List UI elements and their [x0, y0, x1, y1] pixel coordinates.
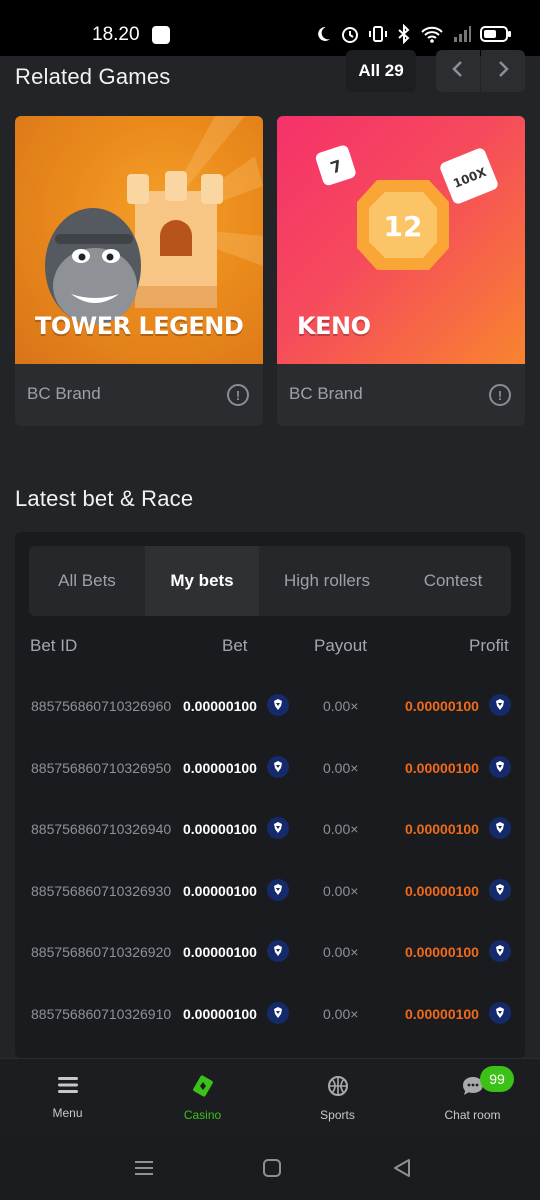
tab-high-rollers[interactable]: High rollers	[259, 546, 395, 616]
game-brand-label: BC Brand	[289, 384, 363, 403]
info-icon[interactable]: !	[489, 384, 511, 406]
profit-amount-cell: 0.00000100	[405, 698, 479, 714]
coin-icon	[267, 755, 289, 778]
casino-icon	[191, 1075, 215, 1102]
bet-id-cell: 885756860710326960	[31, 698, 172, 714]
back-icon[interactable]	[390, 1156, 414, 1180]
vibrate-icon	[368, 22, 388, 46]
system-nav-bar	[0, 1136, 540, 1200]
sports-ball-icon	[327, 1075, 349, 1102]
prev-games-button[interactable]	[436, 50, 480, 92]
table-row[interactable]: 885756860710326930 0.00000100 0.00× 0.00000…	[15, 863, 525, 925]
status-bar: 18.20	[0, 0, 540, 56]
coin-icon	[267, 1001, 289, 1024]
nav-casino-label: Casino	[183, 1108, 222, 1122]
table-row[interactable]: 885756860710326940 0.00000100 0.00× 0.00000…	[15, 801, 525, 863]
game-card-keno[interactable]: 7 100X 12 KENO BC Brand !	[277, 116, 525, 426]
coin-icon	[489, 694, 511, 716]
profit-amount-cell: 0.00000100	[405, 821, 479, 837]
status-icons	[314, 22, 512, 46]
wifi-icon	[420, 22, 444, 46]
payout-cell: 0.00×	[323, 759, 359, 776]
game-art-title-keno: KENO	[297, 312, 371, 340]
signal-icon	[452, 22, 472, 46]
coin-icon	[267, 878, 289, 901]
nav-casino[interactable]: Casino	[135, 1059, 270, 1137]
related-games-title: Related Games	[15, 64, 171, 89]
table-row[interactable]: 885756860710326920 0.00000100 0.00× 0.00000…	[15, 924, 525, 986]
table-row[interactable]: 885756860710326960 0.00000100 0.00× 0.00000…	[15, 678, 525, 740]
column-header-bet-id: Bet ID	[30, 636, 78, 655]
tab-contest[interactable]: Contest	[395, 546, 511, 616]
bet-amount-cell: 0.00000100	[183, 1005, 257, 1022]
bet-id-cell: 885756860710326920	[31, 944, 172, 960]
info-icon[interactable]: !	[227, 384, 249, 406]
bluetooth-icon	[396, 22, 412, 46]
nav-menu-label: Menu	[52, 1106, 83, 1120]
coin-icon	[489, 1001, 511, 1024]
bet-id-cell: 885756860710326940	[31, 821, 172, 837]
coin-icon	[267, 817, 289, 839]
coin-icon	[267, 694, 289, 716]
game-art-title-tower-legend: TOWER LEGEND	[35, 312, 244, 340]
game-art-tower-legend: TOWER LEGEND	[15, 116, 263, 364]
battery-icon	[480, 22, 512, 46]
bet-amount-cell: 0.00000100	[183, 882, 257, 899]
bet-amount-cell: 0.00000100	[183, 759, 257, 776]
bet-amount-cell: 0.00000100	[183, 944, 257, 960]
nav-sports[interactable]: Sports	[270, 1059, 405, 1137]
column-header-payout: Payout	[314, 636, 367, 655]
coin-icon	[267, 940, 289, 962]
chat-unread-badge: 99	[480, 1066, 514, 1092]
bottom-nav: Menu Casino Sports Chat room	[0, 1058, 540, 1136]
hamburger-icon	[57, 1075, 79, 1100]
coin-icon	[489, 755, 511, 778]
recents-icon[interactable]	[132, 1156, 156, 1180]
bet-amount-cell: 0.00000100	[183, 698, 257, 714]
payout-cell: 0.00×	[323, 944, 359, 960]
latest-bets-title: Latest bet & Race	[15, 486, 194, 511]
keno-gem-number: 12	[384, 210, 423, 243]
nav-chat-room[interactable]: Chat room	[405, 1059, 540, 1137]
coin-icon	[489, 878, 511, 901]
bet-id-cell: 885756860710326950	[31, 759, 172, 776]
column-header-bet: Bet	[222, 636, 248, 655]
column-header-profit: Profit	[469, 636, 509, 655]
nav-menu[interactable]: Menu	[0, 1059, 135, 1137]
game-card-tower-legend[interactable]: TOWER LEGEND BC Brand !	[15, 116, 263, 426]
bet-amount-cell: 0.00000100	[183, 821, 257, 837]
profit-amount-cell: 0.00000100	[405, 944, 479, 960]
game-art-keno: 7 100X 12 KENO	[277, 116, 525, 364]
nav-chat-room-label: Chat room	[444, 1108, 501, 1122]
alarm-icon	[340, 22, 360, 46]
status-time: 18.20	[92, 24, 140, 45]
table-row[interactable]: 885756860710326910 0.00000100 0.00× 0.00000…	[15, 986, 525, 1048]
tab-my-bets[interactable]: My bets	[145, 546, 259, 616]
payout-cell: 0.00×	[323, 882, 359, 899]
bet-id-cell: 885756860710326930	[31, 882, 172, 899]
game-brand-label: BC Brand	[27, 384, 101, 403]
payout-cell: 0.00×	[323, 698, 359, 714]
tab-all-bets[interactable]: All Bets	[29, 546, 145, 616]
chevron-right-icon	[496, 58, 510, 84]
notification-icon	[152, 26, 170, 44]
moon-icon	[314, 22, 332, 46]
next-games-button[interactable]	[481, 50, 525, 92]
nav-sports-label: Sports	[320, 1108, 355, 1122]
bets-tabs: All Bets My bets High rollers Contest	[29, 546, 511, 616]
coin-icon	[489, 940, 511, 962]
bet-id-cell: 885756860710326910	[31, 1005, 172, 1022]
chevron-left-icon	[451, 58, 465, 84]
table-row[interactable]: 885756860710326950 0.00000100 0.00× 0.00000…	[15, 740, 525, 802]
coin-icon	[489, 817, 511, 839]
profit-amount-cell: 0.00000100	[405, 882, 479, 899]
payout-cell: 0.00×	[323, 1005, 359, 1022]
profit-amount-cell: 0.00000100	[405, 1005, 479, 1022]
profit-amount-cell: 0.00000100	[405, 759, 479, 776]
payout-cell: 0.00×	[323, 821, 359, 837]
all-games-button[interactable]: All 29	[346, 50, 416, 92]
bets-panel: All Bets My bets High rollers Contest Be…	[15, 532, 525, 1058]
home-icon[interactable]	[260, 1156, 284, 1180]
